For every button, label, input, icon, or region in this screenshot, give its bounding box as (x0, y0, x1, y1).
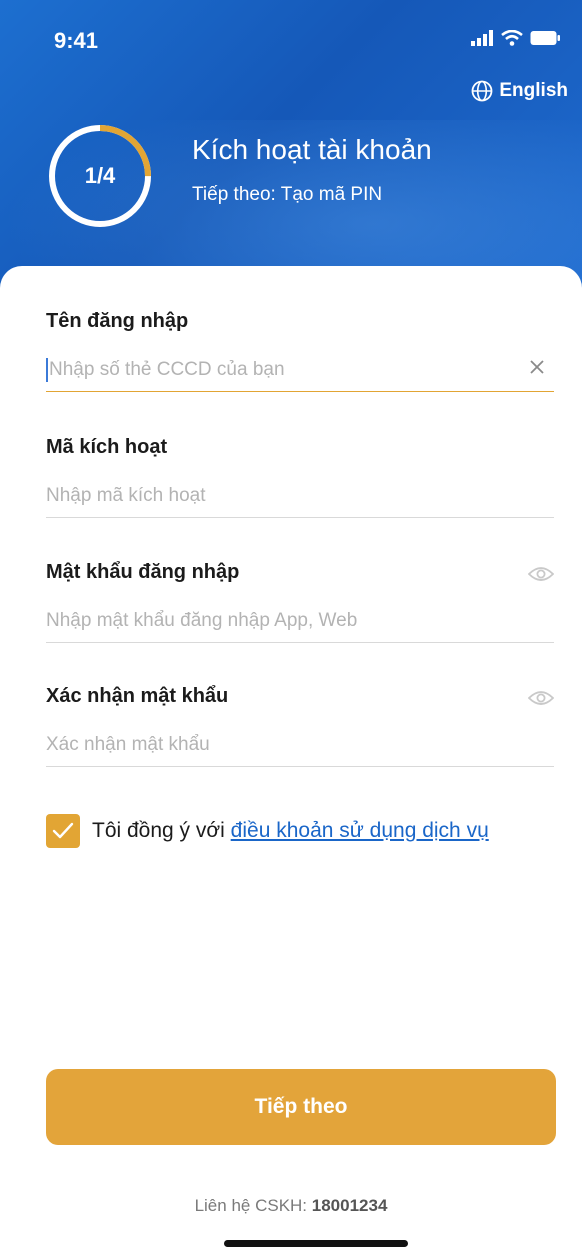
signal-icon (471, 30, 493, 46)
header-banner: 9:41 English 1/4 Kích hoạt tài khoản Tiế… (0, 0, 582, 300)
language-label: English (499, 80, 568, 101)
password-field: Mật khẩu đăng nhập (46, 561, 554, 643)
contact-label: Liên hệ CSKH: (194, 1196, 312, 1215)
eye-icon[interactable] (528, 565, 554, 583)
terms-checkbox[interactable] (46, 814, 80, 848)
activation-code-input-row (46, 474, 554, 518)
confirm-password-field: Xác nhận mật khẩu (46, 685, 554, 767)
eye-icon[interactable] (528, 689, 554, 707)
contact-phone[interactable]: 18001234 (312, 1196, 388, 1215)
clear-icon[interactable] (528, 358, 546, 376)
password-input[interactable] (46, 609, 554, 632)
wifi-icon (501, 30, 523, 46)
username-input-row (46, 348, 554, 392)
activation-code-input[interactable] (46, 484, 554, 507)
next-button[interactable]: Tiếp theo (46, 1069, 556, 1145)
terms-link[interactable]: điều khoản sử dụng dịch vụ (231, 819, 489, 842)
page-subtitle: Tiếp theo: Tạo mã PIN (192, 184, 383, 205)
password-label: Mật khẩu đăng nhập (46, 561, 240, 583)
status-bar: 9:41 (0, 0, 582, 80)
terms-text: Tôi đồng ý với điều khoản sử dụng dịch v… (92, 819, 489, 843)
password-input-row (46, 599, 554, 643)
checkmark-icon (52, 822, 74, 839)
terms-agreement: Tôi đồng ý với điều khoản sử dụng dịch v… (46, 814, 489, 848)
battery-icon (530, 31, 560, 45)
terms-prefix: Tôi đồng ý với (92, 819, 231, 842)
username-input[interactable] (49, 358, 554, 381)
confirm-password-label: Xác nhận mật khẩu (46, 685, 229, 707)
activation-code-field: Mã kích hoạt (46, 436, 554, 518)
confirm-password-input[interactable] (46, 733, 554, 756)
globe-icon (471, 80, 493, 102)
text-cursor (46, 357, 48, 382)
username-label: Tên đăng nhập (46, 310, 189, 332)
status-icons (470, 30, 560, 46)
customer-support-contact: Liên hệ CSKH: 18001234 (0, 1196, 582, 1216)
home-indicator (224, 1240, 408, 1247)
username-field: Tên đăng nhập (46, 310, 554, 392)
confirm-password-input-row (46, 723, 554, 767)
language-switch[interactable]: English (471, 80, 568, 102)
activation-code-label: Mã kích hoạt (46, 436, 168, 458)
status-time: 9:41 (54, 28, 99, 53)
progress-step-text: 1/4 (84, 163, 116, 188)
page-title: Kích hoạt tài khoản (192, 134, 432, 165)
